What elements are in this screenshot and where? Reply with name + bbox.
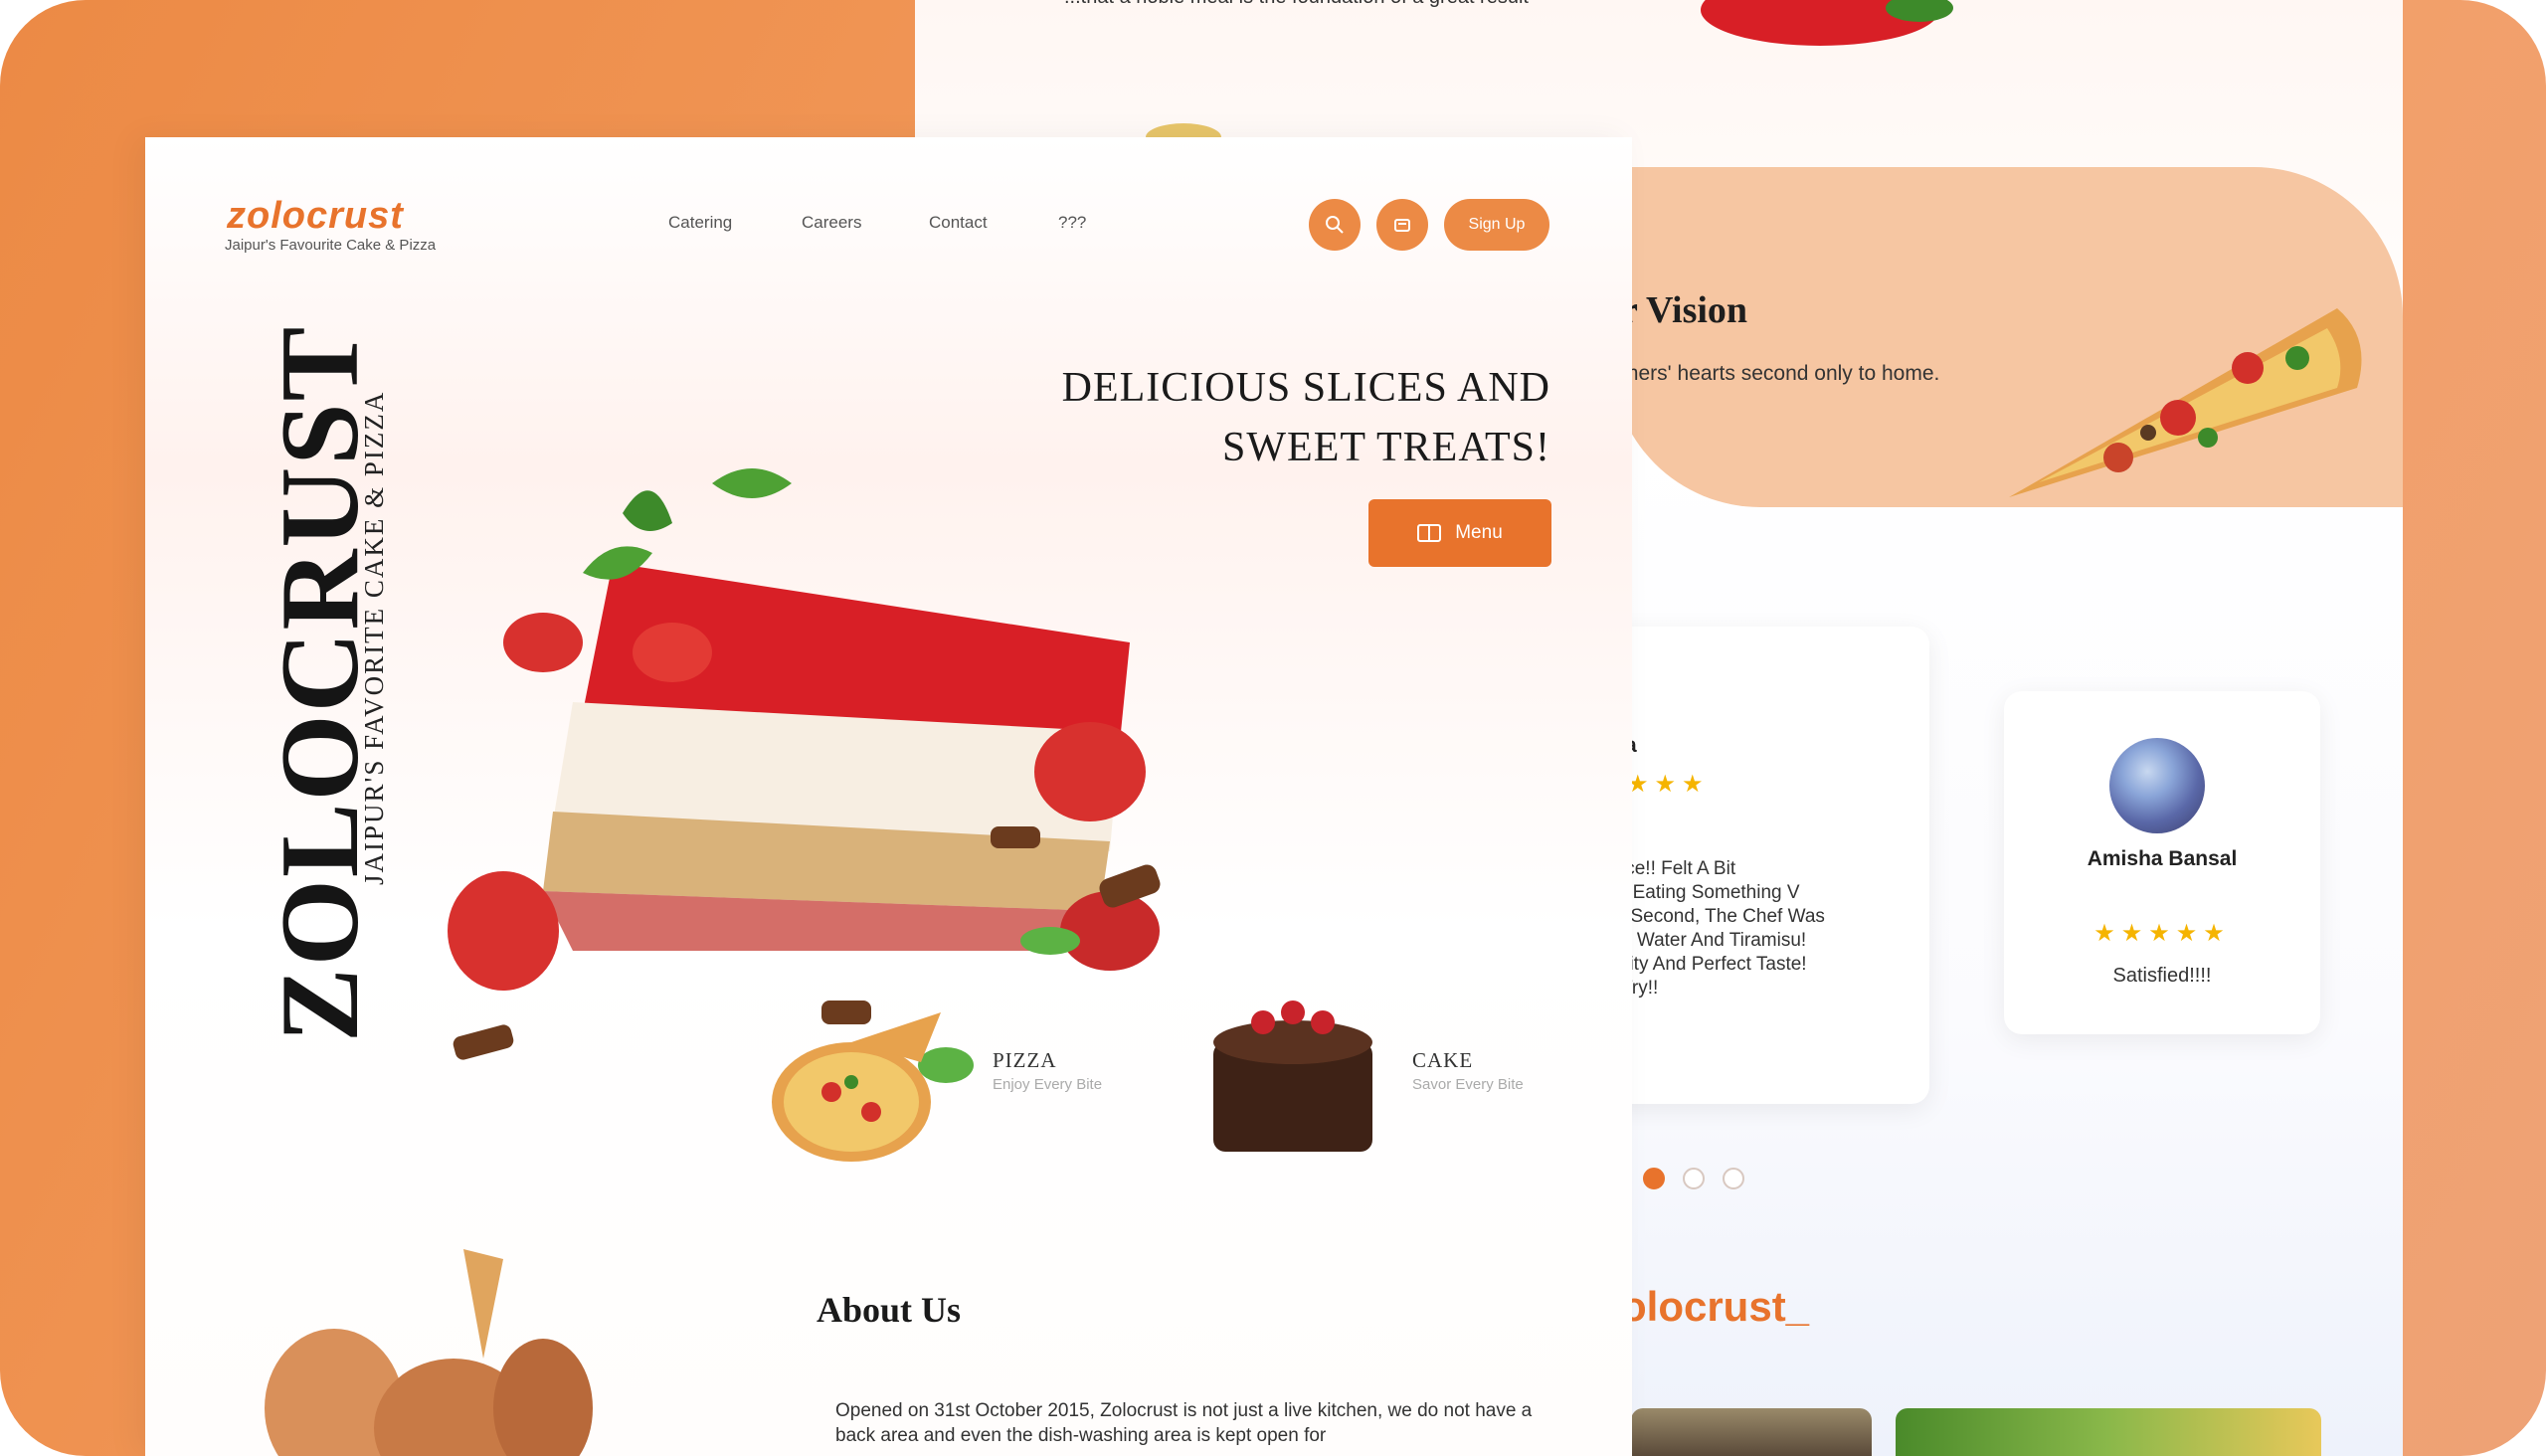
search-icon <box>1326 216 1344 234</box>
review-text: Satisfied!!!! <box>2112 965 2212 987</box>
nav-careers[interactable]: Careers <box>802 213 861 233</box>
category-cake-subtitle: Savor Every Bite <box>1412 1076 1524 1093</box>
carousel-dot-1[interactable] <box>1643 1168 1665 1189</box>
cart-button[interactable] <box>1376 199 1428 251</box>
pizza-peek-decoration <box>1146 123 1221 139</box>
screenshot-frame: ...that a noble meal is the foundation o… <box>0 0 2546 1456</box>
top-quote: ...that a noble meal is the foundation o… <box>1064 0 1529 9</box>
strawberry-decoration <box>1701 0 1953 46</box>
category-pizza-subtitle: Enjoy Every Bite <box>993 1076 1103 1093</box>
signup-button[interactable]: Sign Up <box>1444 199 1549 251</box>
gallery-photo[interactable] <box>1896 1408 2321 1456</box>
cake-category-image <box>1213 1001 1372 1152</box>
carousel-dot-2[interactable] <box>1683 1168 1705 1189</box>
bread-image <box>265 1249 593 1456</box>
about-us-text: Opened on 31st October 2015, Zolocrust i… <box>835 1400 1533 1446</box>
brand-tagline: Jaipur's Favourite Cake & Pizza <box>225 237 437 254</box>
cart-icon <box>1394 219 1410 232</box>
category-cake-title[interactable]: CAKE <box>1412 1048 1473 1073</box>
carousel-dot-3[interactable] <box>1723 1168 1744 1189</box>
rating-stars: ★★★ <box>1627 771 1710 798</box>
gallery-photo[interactable] <box>1631 1408 1872 1456</box>
instagram-handle[interactable]: olocrust_ <box>1621 1283 1809 1331</box>
reviewer-name: Amisha Bansal <box>2087 847 2238 870</box>
vision-title: r Vision <box>1621 289 1748 331</box>
vision-text: mers' hearts second only to home. <box>1621 362 1940 385</box>
reviewer-avatar <box>2109 738 2205 833</box>
search-button[interactable] <box>1309 199 1361 251</box>
nav-extra[interactable]: ??? <box>1058 213 1086 233</box>
menu-book-icon <box>1417 524 1442 542</box>
rating-stars: ★★★★★ <box>2093 920 2231 947</box>
nav-catering[interactable]: Catering <box>668 213 732 233</box>
vertical-brand-subtitle: JAIPUR'S FAVORITE CAKE & PIZZA <box>359 390 389 885</box>
menu-button[interactable]: Menu <box>1368 499 1551 567</box>
brand-logo[interactable]: zolocrust <box>227 195 404 238</box>
category-pizza-title[interactable]: PIZZA <box>993 1048 1057 1073</box>
pizza-slice-image <box>2009 308 2362 497</box>
menu-button-label: Menu <box>1455 522 1503 543</box>
front-page: zolocrust Jaipur's Favourite Cake & Pizz… <box>145 137 1632 1456</box>
pizza-category-image <box>772 1012 941 1162</box>
nav-contact[interactable]: Contact <box>929 213 988 233</box>
review-text: ice!! Felt A Bit r Eating Something V l … <box>1621 858 1825 999</box>
about-us-title: About Us <box>816 1290 962 1330</box>
